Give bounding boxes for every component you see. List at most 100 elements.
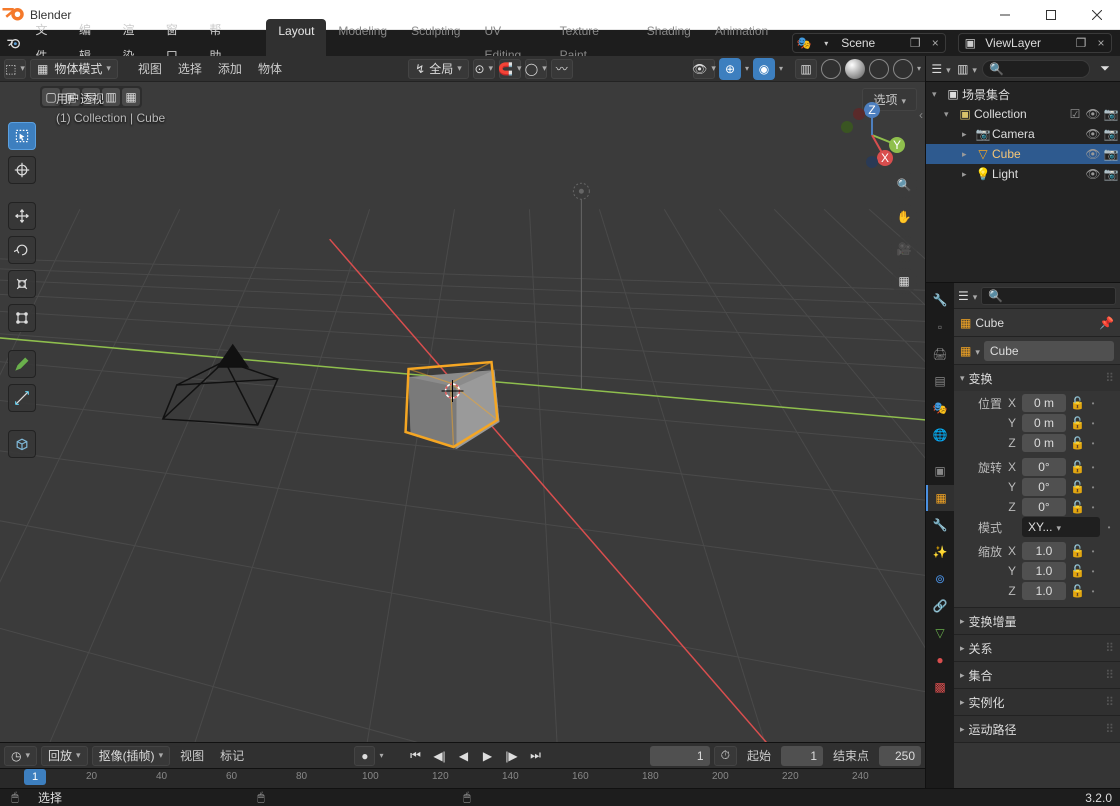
mode-selector[interactable]: ▦物体模式 bbox=[30, 59, 118, 79]
curve-falloff-icon[interactable]: 〰 bbox=[551, 59, 573, 79]
play-reverse-icon[interactable]: ◀ bbox=[454, 746, 474, 766]
ptab-world[interactable]: 🌐 bbox=[926, 422, 954, 448]
properties-editor-type[interactable]: ☰ bbox=[958, 289, 977, 303]
keying-menu[interactable]: 抠像(插帧) bbox=[92, 746, 171, 766]
gizmo-toggle[interactable]: ⊕ bbox=[719, 58, 741, 80]
tool-move[interactable] bbox=[8, 202, 36, 230]
3d-viewport[interactable]: ▢ ▣ ▤ ▥ ▦ bbox=[0, 82, 925, 742]
ptab-scene[interactable]: 🎭 bbox=[926, 395, 954, 421]
breadcrumb-object[interactable]: Cube bbox=[975, 316, 1004, 330]
lock-icon[interactable]: 🔓 bbox=[1070, 396, 1084, 410]
app-icon[interactable] bbox=[4, 33, 24, 53]
play-icon[interactable]: ▶ bbox=[478, 746, 498, 766]
overlay-toggle[interactable]: ◉ bbox=[753, 58, 775, 80]
current-frame-field[interactable]: 1 bbox=[650, 746, 710, 766]
outliner-camera[interactable]: ▸📷 Camera 👁📷 bbox=[926, 124, 1120, 144]
panel-instancing[interactable]: ▸实例化⠿ bbox=[954, 689, 1120, 715]
close-button[interactable] bbox=[1074, 0, 1120, 30]
keyframe-next-icon[interactable]: |▶ bbox=[502, 746, 522, 766]
menu-select[interactable]: 选择 bbox=[172, 60, 208, 77]
tool-annotate[interactable] bbox=[8, 350, 36, 378]
outliner-display-mode[interactable]: ▥ bbox=[956, 62, 978, 76]
frame-lock-icon[interactable]: ⏱ bbox=[714, 746, 737, 766]
snap-selector[interactable]: 🧲 bbox=[499, 59, 521, 79]
rot-z[interactable]: 0° bbox=[1022, 498, 1066, 516]
scene-selector[interactable]: 🎭 ▾ Scene ❐ × bbox=[792, 33, 946, 53]
jump-end-icon[interactable]: ⏭ bbox=[526, 746, 546, 766]
autokey-toggle[interactable]: ● bbox=[354, 746, 375, 766]
timeline-view-menu[interactable]: 视图 bbox=[174, 747, 210, 764]
playhead[interactable]: 1 bbox=[24, 769, 46, 785]
panel-delta-transform[interactable]: ▸变换增量 bbox=[954, 608, 1120, 634]
new-viewlayer-icon[interactable]: ❐ bbox=[1071, 36, 1091, 50]
orientation-selector[interactable]: ↯全局 bbox=[408, 59, 469, 79]
zoom-icon[interactable]: 🔍 bbox=[891, 172, 917, 198]
nav-gizmo[interactable]: Z Y X bbox=[837, 100, 907, 170]
visibility-toggle[interactable]: 👁 bbox=[693, 59, 715, 79]
minimize-button[interactable] bbox=[982, 0, 1028, 30]
viewlayer-selector[interactable]: ▣ ViewLayer ❐ × bbox=[958, 33, 1112, 53]
shading-rendered[interactable] bbox=[893, 59, 913, 79]
scale-y[interactable]: 1.0 bbox=[1022, 562, 1066, 580]
new-scene-icon[interactable]: ❐ bbox=[905, 36, 925, 50]
ptab-data[interactable]: ▽ bbox=[926, 620, 954, 646]
tool-transform[interactable] bbox=[8, 304, 36, 332]
loc-y[interactable]: 0 m bbox=[1022, 414, 1066, 432]
outliner-light[interactable]: ▸💡 Light 👁📷 bbox=[926, 164, 1120, 184]
perspective-toggle-icon[interactable]: ▦ bbox=[891, 268, 917, 294]
end-frame-field[interactable]: 250 bbox=[879, 746, 921, 766]
scale-z[interactable]: 1.0 bbox=[1022, 582, 1066, 600]
object-name-field[interactable]: Cube bbox=[984, 341, 1114, 361]
ptab-texture[interactable]: ▩ bbox=[926, 674, 954, 700]
ptab-viewlayer[interactable]: ▤ bbox=[926, 368, 954, 394]
outliner-collection[interactable]: ▾▣ Collection ☑👁📷 bbox=[926, 104, 1120, 124]
editor-type-button[interactable]: ⬚ bbox=[4, 59, 26, 79]
jump-start-icon[interactable]: ⏮ bbox=[406, 746, 426, 766]
outliner-filter-icon[interactable]: ⏷ bbox=[1094, 61, 1116, 76]
tool-cursor[interactable] bbox=[8, 156, 36, 184]
outliner-search[interactable]: 🔍 bbox=[982, 60, 1090, 78]
delete-scene-icon[interactable]: × bbox=[925, 36, 945, 50]
tool-select-box[interactable] bbox=[8, 122, 36, 150]
outliner-scene-collection[interactable]: ▾▣ 场景集合 bbox=[926, 84, 1120, 104]
ptab-tool[interactable]: 🔧 bbox=[926, 287, 954, 313]
panel-motion-paths[interactable]: ▸运动路径⠿ bbox=[954, 716, 1120, 742]
ptab-physics[interactable]: ⊚ bbox=[926, 566, 954, 592]
ptab-material[interactable]: ● bbox=[926, 647, 954, 673]
tool-add-cube[interactable] bbox=[8, 430, 36, 458]
ptab-object[interactable]: ▦ bbox=[926, 485, 954, 511]
collapse-handle-icon[interactable]: ‹ bbox=[919, 108, 923, 122]
delete-viewlayer-icon[interactable]: × bbox=[1091, 36, 1111, 50]
timeline-editor-type[interactable]: ◷ bbox=[4, 746, 37, 766]
timeline-ruler[interactable]: 1 20 40 60 80 100 120 140 160 180 200 22… bbox=[0, 768, 925, 788]
pan-icon[interactable]: ✋ bbox=[891, 204, 917, 230]
properties-search[interactable]: 🔍 bbox=[981, 287, 1116, 305]
xray-toggle[interactable]: ▥ bbox=[795, 59, 817, 79]
shading-solid[interactable] bbox=[845, 59, 865, 79]
keyframe-prev-icon[interactable]: ◀| bbox=[430, 746, 450, 766]
ptab-modifiers[interactable]: 🔧 bbox=[926, 512, 954, 538]
menu-object[interactable]: 物体 bbox=[252, 60, 288, 77]
shading-material[interactable] bbox=[869, 59, 889, 79]
menu-view[interactable]: 视图 bbox=[132, 60, 168, 77]
playback-menu[interactable]: 回放 bbox=[41, 746, 88, 766]
ptab-render[interactable]: ▫ bbox=[926, 314, 954, 340]
ptab-collection[interactable]: ▣ bbox=[926, 458, 954, 484]
shading-wireframe[interactable] bbox=[821, 59, 841, 79]
camera-view-icon[interactable]: 🎥 bbox=[891, 236, 917, 262]
loc-x[interactable]: 0 m bbox=[1022, 394, 1066, 412]
ptab-particles[interactable]: ✨ bbox=[926, 539, 954, 565]
panel-collections[interactable]: ▸集合⠿ bbox=[954, 662, 1120, 688]
rot-x[interactable]: 0° bbox=[1022, 458, 1066, 476]
outliner-cube[interactable]: ▸▽ Cube 👁📷 bbox=[926, 144, 1120, 164]
scale-x[interactable]: 1.0 bbox=[1022, 542, 1066, 560]
maximize-button[interactable] bbox=[1028, 0, 1074, 30]
ptab-constraints[interactable]: 🔗 bbox=[926, 593, 954, 619]
rotation-mode[interactable]: XY... bbox=[1022, 517, 1100, 537]
tool-scale[interactable] bbox=[8, 270, 36, 298]
pin-icon[interactable]: 📌 bbox=[1099, 316, 1114, 330]
tool-rotate[interactable] bbox=[8, 236, 36, 264]
timeline-marker-menu[interactable]: 标记 bbox=[214, 747, 250, 764]
outliner-editor-type[interactable]: ☰ bbox=[930, 62, 952, 76]
tool-measure[interactable] bbox=[8, 384, 36, 412]
